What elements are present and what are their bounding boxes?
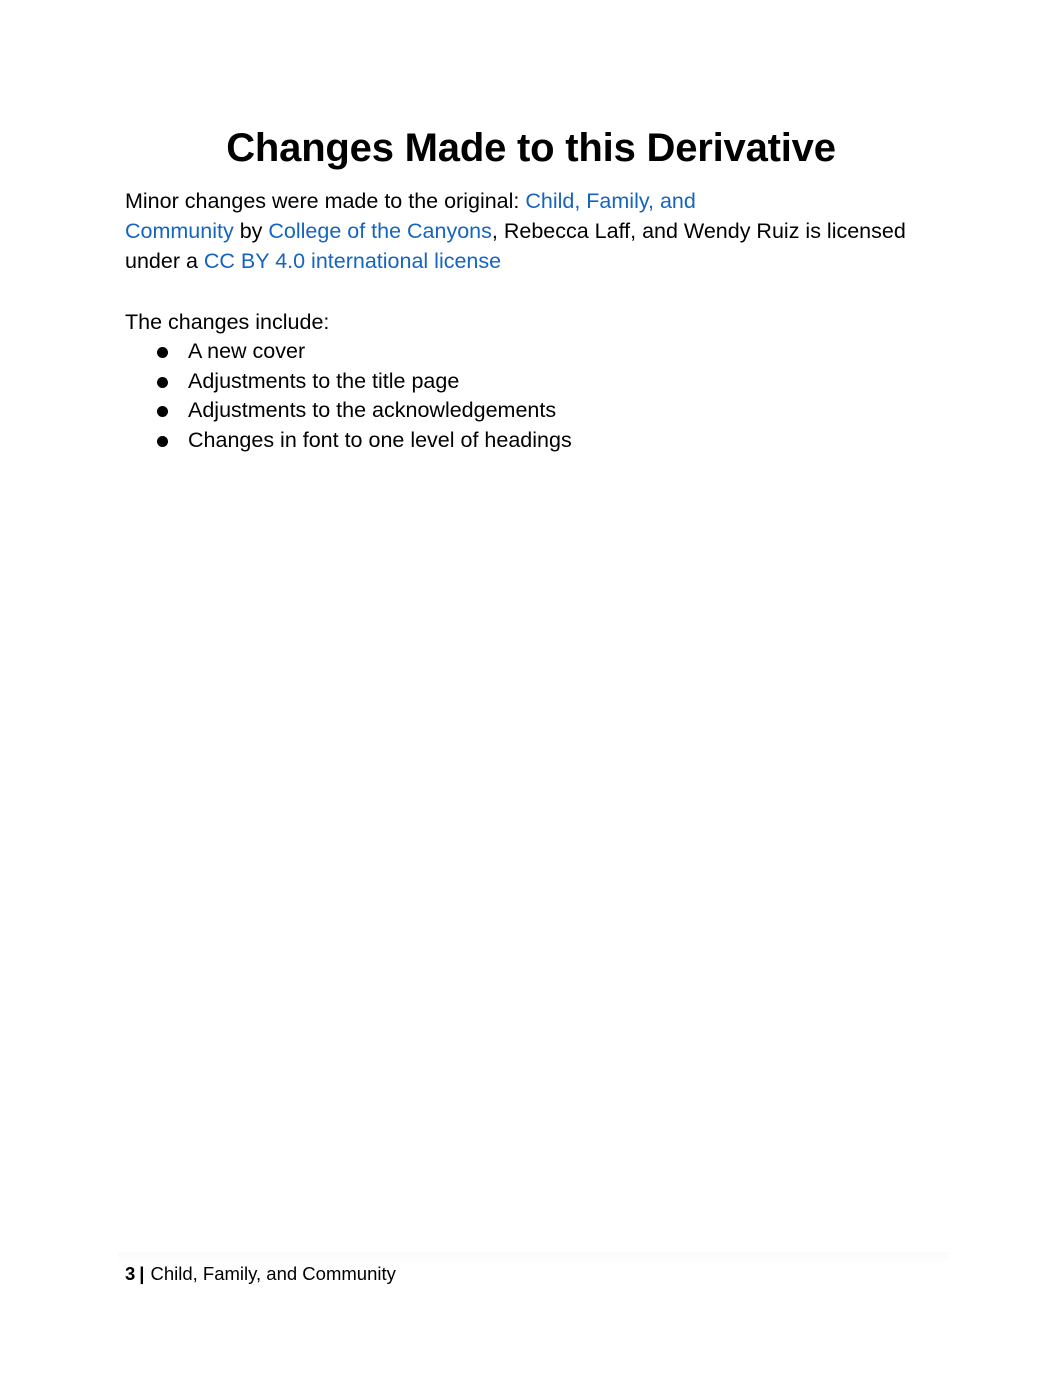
under-text: under a [125, 249, 204, 273]
attribution-paragraph: Minor changes were made to the original:… [125, 186, 925, 276]
list-item-text: A new cover [188, 339, 306, 363]
bullet-icon [157, 347, 168, 358]
college-link[interactable]: College of the Canyons [268, 219, 492, 243]
list-item: Adjustments to the acknowledgements [125, 396, 572, 426]
by-text: by [233, 219, 269, 243]
attribution-line-1: Minor changes were made to the original:… [125, 186, 925, 216]
list-item-text: Changes in font to one level of headings [188, 428, 572, 453]
attribution-line-2: Community by College of the Canyons, Reb… [125, 216, 925, 246]
footer-book-title: Child, Family, and Community [150, 1263, 396, 1284]
list-item-text: Adjustments to the acknowledgements [188, 398, 557, 423]
changes-intro: The changes include: [125, 310, 330, 334]
bullet-icon [157, 406, 168, 418]
list-item-text: Adjustments to the title page [188, 368, 460, 393]
changes-list: A new cover Adjustments to the title pag… [125, 337, 572, 456]
bullet-icon [157, 436, 168, 448]
book-link-continued[interactable]: Community [125, 219, 234, 243]
page-number: 3 [125, 1263, 136, 1284]
list-item: Changes in font to one level of headings [125, 426, 572, 456]
list-item: A new cover [125, 337, 572, 367]
page-title: Changes Made to this Derivative [226, 126, 836, 170]
authors-text: , Rebecca Laff, and Wendy Ruiz is licens… [491, 219, 906, 243]
bullet-icon [157, 376, 168, 388]
license-link[interactable]: CC BY 4.0 international license [204, 249, 501, 273]
attribution-line-3: under a CC BY 4.0 international license [125, 246, 925, 276]
attribution-text: Minor changes were made to the original: [125, 189, 526, 213]
book-link[interactable]: Child, Family, and [525, 189, 695, 213]
page-footer: 3 | Child, Family, and Community [125, 1262, 396, 1286]
footer-separator: | [139, 1263, 145, 1284]
list-item: Adjustments to the title page [125, 367, 572, 397]
